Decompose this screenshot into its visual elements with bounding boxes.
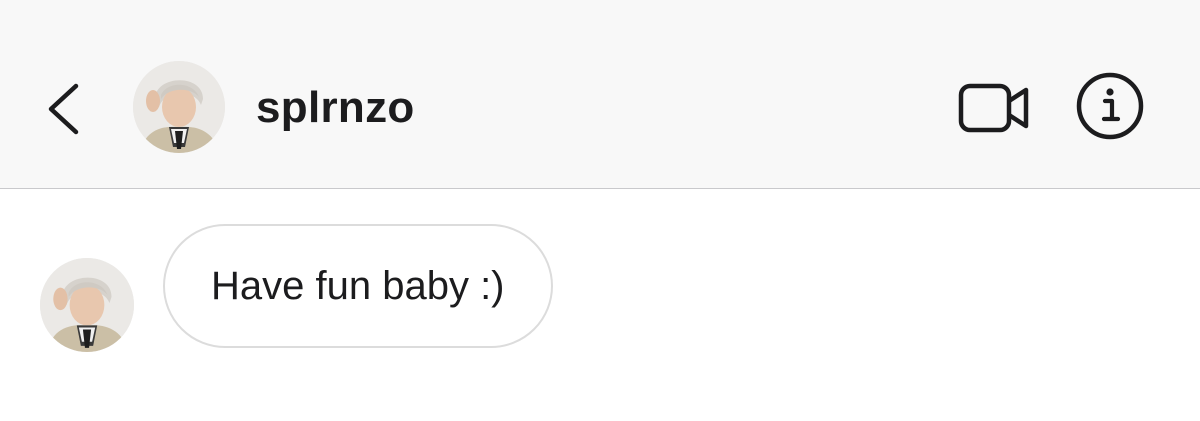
profile-photo xyxy=(133,61,225,153)
message-avatar[interactable] xyxy=(40,258,134,352)
info-icon xyxy=(1076,72,1144,140)
avatar[interactable] xyxy=(133,61,225,153)
video-call-button[interactable] xyxy=(956,78,1032,136)
chevron-left-icon xyxy=(48,83,79,135)
chat-header: splrnzo xyxy=(0,0,1200,189)
back-button[interactable] xyxy=(38,78,88,138)
message-bubble[interactable]: Have fun baby :) xyxy=(163,224,553,348)
video-camera-icon xyxy=(958,83,1029,133)
message-text: Have fun baby :) xyxy=(211,263,505,308)
chat-username[interactable]: splrnzo xyxy=(256,82,415,134)
profile-photo xyxy=(40,258,134,352)
info-button[interactable] xyxy=(1074,70,1146,142)
